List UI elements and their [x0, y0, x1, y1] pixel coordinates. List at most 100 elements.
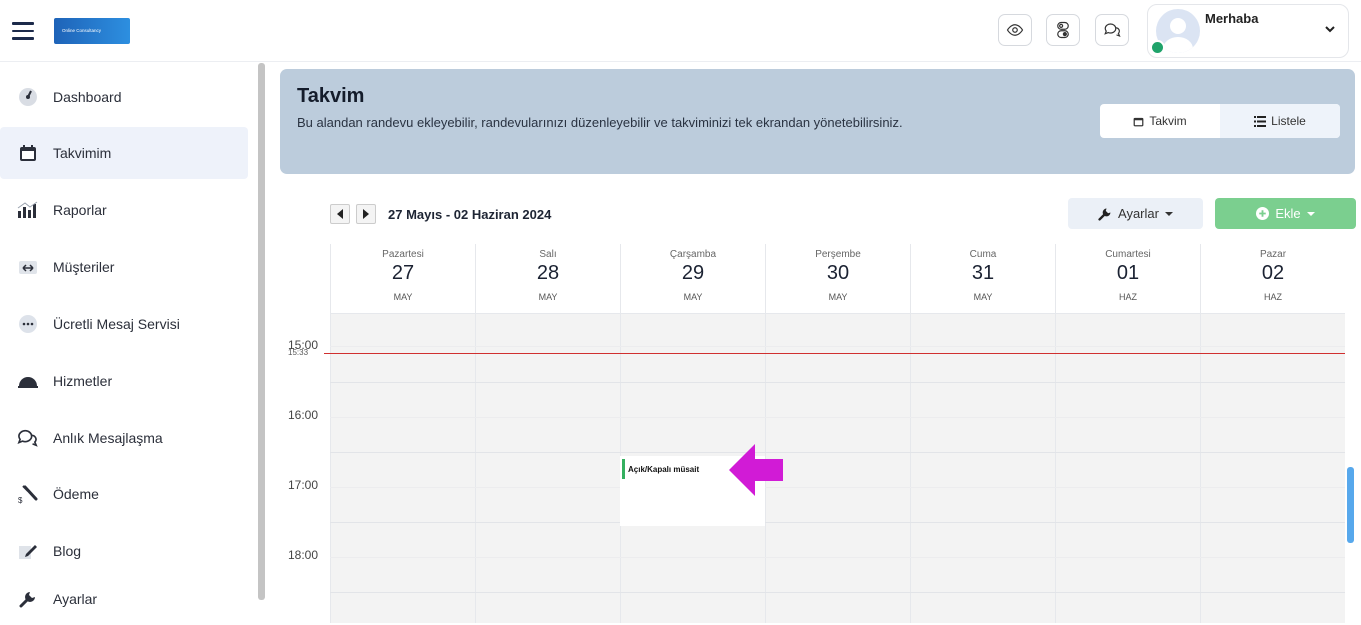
sidebar-item-label: Takvimim — [53, 145, 112, 161]
sidebar-item-raporlar[interactable]: Raporlar — [0, 184, 248, 236]
sidebar-item-label: Hizmetler — [53, 373, 113, 389]
caret-down-icon — [1306, 211, 1315, 216]
day-month: MAY — [683, 292, 703, 302]
sidebar-item-label: Blog — [53, 543, 82, 559]
day-column[interactable] — [330, 314, 475, 623]
sidebar-item-label: Dashboard — [53, 89, 122, 105]
day-name: Perşembe — [815, 249, 861, 260]
day-header-wednesday[interactable]: Çarşamba 29 MAY — [620, 244, 765, 314]
calendar-icon — [1133, 117, 1144, 126]
sidebar-item-label: Ücretli Mesaj Servisi — [53, 316, 180, 332]
day-date: 01 — [1116, 262, 1140, 284]
sidebar-item-ucretli-mesaj-servisi[interactable]: Ücretli Mesaj Servisi — [0, 298, 248, 350]
wrench-icon — [17, 588, 39, 610]
day-column[interactable] — [475, 314, 620, 623]
day-header-monday[interactable]: Pazartesi 27 MAY — [330, 244, 475, 314]
sidebar-item-musteriler[interactable]: Müşteriler — [0, 241, 248, 293]
day-header-friday[interactable]: Cuma 31 MAY — [910, 244, 1055, 314]
day-date: 30 — [826, 262, 850, 284]
payment-icon: $ — [17, 483, 39, 505]
online-status-dot — [1150, 40, 1165, 55]
current-time-line — [324, 353, 1345, 354]
preview-button[interactable] — [998, 14, 1032, 46]
page-description: Bu alandan randevu ekleyebilir, randevul… — [297, 115, 903, 130]
add-label: Ekle — [1275, 206, 1301, 221]
sidebar-item-takvimim[interactable]: Takvimim — [0, 127, 248, 179]
chat-icon — [1104, 23, 1121, 38]
caret-left-icon — [337, 209, 343, 219]
pencil-icon — [17, 540, 39, 562]
dome-icon — [17, 370, 39, 392]
view-calendar-button[interactable]: Takvim — [1100, 104, 1220, 138]
sidebar-item-ayarlar[interactable]: Ayarlar — [0, 573, 248, 625]
eye-icon — [1006, 24, 1024, 36]
day-date: 28 — [536, 262, 560, 284]
day-header-sunday[interactable]: Pazar 02 HAZ — [1200, 244, 1345, 314]
day-header-thursday[interactable]: Perşembe 30 MAY — [765, 244, 910, 314]
day-month: HAZ — [1264, 292, 1282, 302]
page-title: Takvim — [297, 85, 365, 107]
messages-button[interactable] — [1095, 14, 1129, 46]
day-column[interactable] — [1200, 314, 1345, 623]
hamburger-menu-icon[interactable] — [12, 22, 34, 40]
calendar-scrollbar[interactable] — [1346, 245, 1355, 623]
sidebar-item-label: Raporlar — [53, 202, 107, 218]
bar-chart-icon — [17, 199, 39, 221]
date-navigation: 27 Mayıs - 02 Haziran 2024 — [330, 199, 551, 229]
day-column[interactable] — [765, 314, 910, 623]
logo[interactable]: Online Consultancy — [54, 18, 130, 44]
day-header-saturday[interactable]: Cumartesi 01 HAZ — [1055, 244, 1200, 314]
settings-label: Ayarlar — [1118, 206, 1159, 221]
chevron-down-icon[interactable] — [1324, 23, 1336, 35]
sidebar-item-label: Ödeme — [53, 486, 99, 502]
sidebar-scrollbar[interactable] — [258, 63, 265, 600]
prev-week-button[interactable] — [330, 204, 350, 224]
view-list-button[interactable]: Listele — [1220, 104, 1340, 138]
scrollbar-thumb[interactable] — [1347, 467, 1354, 543]
svg-text:$: $ — [18, 496, 23, 504]
list-icon — [1254, 115, 1267, 127]
time-label: 16:00 — [288, 408, 319, 422]
grid-line — [330, 452, 1345, 453]
sidebar-item-hizmetler[interactable]: Hizmetler — [0, 355, 248, 407]
grid-line — [330, 487, 1345, 488]
day-column[interactable] — [910, 314, 1055, 623]
grid-line — [330, 417, 1345, 418]
toggle-button[interactable] — [1046, 14, 1080, 46]
day-column[interactable] — [1055, 314, 1200, 623]
grid-line — [330, 346, 1345, 347]
sidebar-item-anlik-mesajlasma[interactable]: Anlık Mesajlaşma — [0, 412, 248, 464]
user-menu[interactable]: Merhaba — [1147, 4, 1349, 58]
grid-line — [330, 522, 1345, 523]
calendar-icon — [17, 142, 39, 164]
next-week-button[interactable] — [356, 204, 376, 224]
top-bar: Online Consultancy Merhaba — [0, 0, 1361, 62]
current-time-label: 15:33 — [288, 348, 309, 357]
day-name: Pazar — [1259, 249, 1287, 260]
sidebar: Dashboard Takvimim Raporlar Müşteriler Ü… — [0, 63, 258, 623]
day-date: 27 — [391, 262, 415, 284]
sidebar-item-blog[interactable]: Blog — [0, 525, 248, 577]
day-month: MAY — [973, 292, 993, 302]
day-date: 31 — [971, 262, 995, 284]
toggle-icon — [1057, 21, 1069, 39]
day-name: Cumartesi — [1105, 249, 1151, 260]
day-date: 02 — [1261, 262, 1285, 284]
day-name: Cuma — [969, 249, 997, 260]
add-dropdown-button[interactable]: Ekle — [1215, 198, 1356, 229]
day-name: Çarşamba — [669, 249, 717, 260]
time-label: 18:00 — [288, 548, 319, 562]
sidebar-item-odeme[interactable]: $ Ödeme — [0, 468, 248, 520]
sidebar-item-label: Anlık Mesajlaşma — [53, 430, 163, 446]
sidebar-item-label: Ayarlar — [53, 591, 98, 607]
greeting-text: Merhaba — [1205, 11, 1259, 26]
day-header-tuesday[interactable]: Salı 28 MAY — [475, 244, 620, 314]
view-list-label: Listele — [1271, 114, 1306, 128]
ellipsis-bubble-icon — [17, 313, 39, 335]
sidebar-item-dashboard[interactable]: Dashboard — [0, 71, 248, 123]
plus-circle-icon — [1256, 207, 1270, 220]
view-calendar-label: Takvim — [1149, 114, 1187, 128]
chat-bubbles-icon — [17, 427, 39, 449]
settings-dropdown-button[interactable]: Ayarlar — [1068, 198, 1203, 229]
pointer-arrow-icon — [729, 444, 783, 496]
